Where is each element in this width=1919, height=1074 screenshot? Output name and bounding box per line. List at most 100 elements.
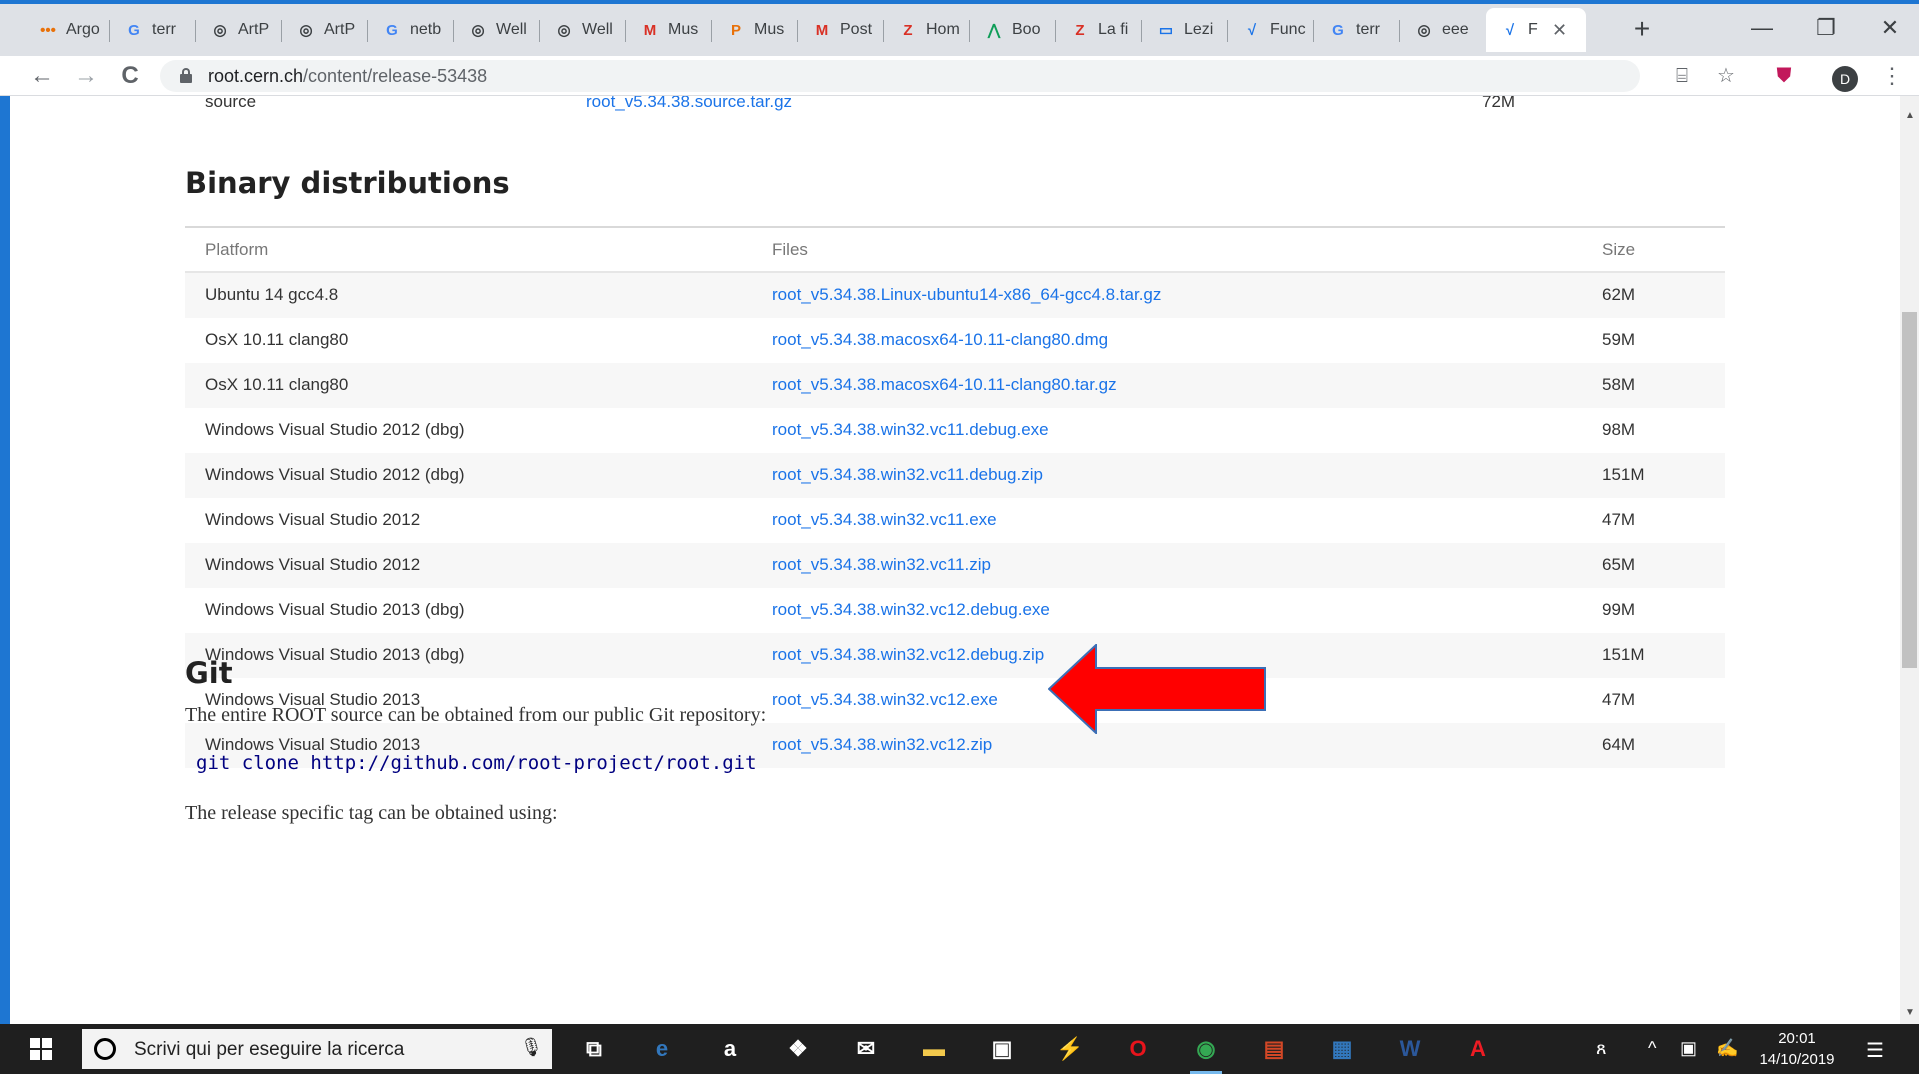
header-size: Size [1602,240,1636,259]
clock-time: 20:01 [1778,1030,1816,1047]
clock-date: 14/10/2019 [1759,1051,1835,1068]
z-icon: Z [1075,21,1085,39]
browser-tab[interactable]: ••• Argo [24,8,110,52]
visual-studio-icon[interactable]: ⚡ [1052,1031,1088,1067]
lecture-icon: ▭ [1158,22,1174,39]
browser-tab[interactable]: P Mus [712,8,798,52]
menu-icon[interactable]: ⋮ [1876,60,1908,92]
size-cell: 98M [1602,420,1636,439]
size-cell: 151M [1602,645,1645,664]
bookmark-star-icon[interactable]: ☆ [1710,60,1742,92]
binary-distributions-table: Platform Files Size Ubuntu 14 gcc4.8 root… [185,226,1725,768]
task-view-icon[interactable]: ⧉ [576,1031,612,1067]
file-link[interactable]: root_v5.34.38.win32.vc11.debug.exe [772,420,1049,440]
platform-cell: Windows Visual Studio 2012 (dbg) [205,465,465,484]
vertical-scrollbar[interactable]: ▲ ▼ [1900,96,1919,1024]
mail-icon[interactable]: ✉ [848,1031,884,1067]
profile-avatar[interactable]: D [1832,66,1858,92]
people-icon[interactable]: ጸ [1596,1038,1607,1059]
opera-icon[interactable]: O [1120,1031,1156,1067]
browser-tab[interactable]: Z Hom [884,8,970,52]
tab-title: Argo [66,21,100,38]
browser-tab[interactable]: M Post [798,8,884,52]
address-bar[interactable]: root.cern.ch/content/release-53438 [160,60,1640,92]
browser-tab[interactable]: Gnetb [368,8,454,52]
store-icon[interactable]: ▣ [984,1031,1020,1067]
close-tab-icon[interactable]: ✕ [1552,20,1567,41]
cortana-icon[interactable] [94,1038,116,1060]
gmail-icon: M [643,21,657,39]
globe-icon: ◎ [471,22,485,39]
forward-button[interactable]: → [70,60,102,92]
file-link[interactable]: root_v5.34.38.macosx64-10.11-clang80.dmg [772,330,1108,350]
powerpoint-icon[interactable]: ▤ [1256,1031,1292,1067]
tray-chevron-icon[interactable]: ^ [1648,1038,1656,1059]
dropbox-icon[interactable]: ❖ [780,1031,816,1067]
browser-tab[interactable]: ⋀ Boo [970,8,1056,52]
network-icon[interactable]: ▣ [1680,1038,1697,1059]
scroll-down-icon[interactable]: ▼ [1905,1007,1915,1018]
taskbar-clock[interactable]: 20:01 14/10/2019 [1752,1028,1842,1070]
acrobat-icon[interactable]: A [1460,1031,1496,1067]
back-button[interactable]: ← [26,60,58,92]
browser-tab[interactable]: M Mus [626,8,712,52]
file-link[interactable]: root_v5.34.38.Linux-ubuntu14-x86_64-gcc4… [772,285,1161,305]
window-app-icon[interactable]: ▦ [1324,1031,1360,1067]
tab-title: ArtP [238,21,270,38]
browser-tab[interactable]: ◎ eee [1400,8,1486,52]
git-description: The entire ROOT source can be obtained f… [185,704,767,726]
browser-tab[interactable]: ◎ Well [454,8,540,52]
file-link[interactable]: root_v5.34.38.win32.vc12.exe [772,690,998,710]
file-link[interactable]: root_v5.34.38.win32.vc12.zip [772,735,992,755]
platform-cell: OsX 10.11 clang80 [205,330,349,349]
file-link[interactable]: root_v5.34.38.win32.vc12.debug.exe [772,600,1050,620]
browser-tab[interactable]: ◎ ArtP [196,8,282,52]
url-text[interactable]: root.cern.ch/content/release-53438 [208,66,487,87]
pen-icon[interactable]: ✍ [1716,1038,1738,1059]
restore-button[interactable]: ❐ [1798,12,1854,44]
scroll-up-icon[interactable]: ▲ [1905,110,1915,121]
new-tab-button[interactable]: + [1626,14,1658,46]
google-icon: G [128,21,140,39]
translate-icon[interactable]: ⌸ [1666,60,1698,92]
file-link[interactable]: root_v5.34.38.win32.vc11.zip [772,555,991,575]
table-row: Windows Visual Studio 2012 (dbg) root_v5.… [185,408,1725,453]
file-link[interactable]: root_v5.34.38.win32.vc11.exe [772,510,997,530]
pocket-icon[interactable]: ⛊ [1768,60,1800,92]
file-explorer-icon[interactable]: ▬ [916,1031,952,1067]
chrome-icon[interactable]: ◉ [1188,1031,1224,1074]
browser-tab[interactable]: √ Func [1228,8,1314,52]
red-arrow-annotation [1048,644,1266,734]
browser-tab[interactable]: ◎ Well [540,8,626,52]
word-icon[interactable]: W [1392,1031,1428,1067]
minimize-button[interactable]: — [1734,12,1790,44]
size-cell: 65M [1602,555,1636,574]
gmail-icon: M [815,21,829,39]
browser-tab[interactable]: ◎ ArtP [282,8,368,52]
browser-tab[interactable]: Z La fi [1056,8,1142,52]
close-window-button[interactable]: ✕ [1862,12,1918,44]
page-viewport: source root_v5.34.38.source.tar.gz 72M B… [10,96,1900,1024]
browser-tab[interactable]: Gterr [110,8,196,52]
amazon-icon[interactable]: a [712,1031,748,1067]
header-platform: Platform [205,240,269,259]
taskbar-search-box[interactable]: Scrivi qui per eseguire la ricerca 🎙 [82,1029,552,1069]
reload-button[interactable]: C [114,60,146,92]
edge-icon[interactable]: e [644,1031,680,1067]
file-link[interactable]: root_v5.34.38.win32.vc11.debug.zip [772,465,1043,485]
browser-tab[interactable]: ▭ Lezi [1142,8,1228,52]
previous-row-file-link[interactable]: root_v5.34.38.source.tar.gz [586,96,792,112]
globe-icon: ◎ [299,22,313,39]
notifications-icon[interactable]: ☰ [1866,1038,1884,1063]
file-link[interactable]: root_v5.34.38.macosx64-10.11-clang80.tar… [772,375,1117,395]
browser-tab[interactable]: Gterr [1314,8,1400,52]
scroll-thumb[interactable] [1902,312,1917,668]
browser-tab[interactable]: √ F ✕ [1486,8,1586,52]
tag-description: The release specific tag can be obtained… [185,802,558,824]
url-host: root.cern.ch [208,66,304,86]
tab-title: Boo [1012,21,1041,38]
file-link[interactable]: root_v5.34.38.win32.vc12.debug.zip [772,645,1044,665]
microphone-icon[interactable]: 🎙 [520,1037,543,1058]
windows-start-icon[interactable] [30,1038,52,1060]
globe-icon: ◎ [213,22,227,39]
